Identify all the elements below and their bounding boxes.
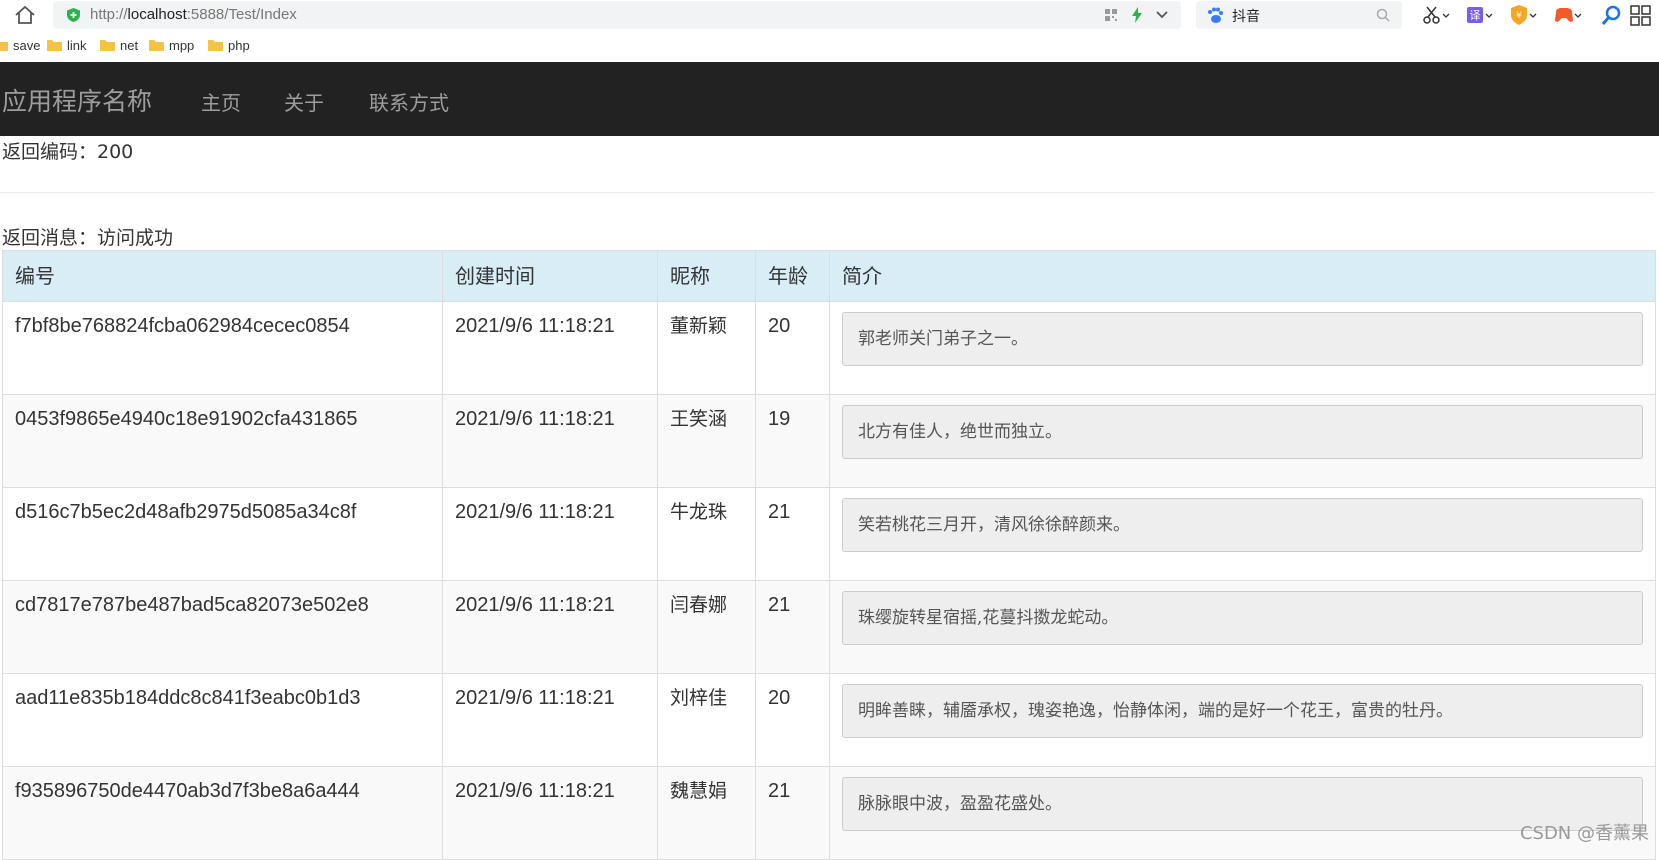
chevron-down-icon[interactable] [1155,9,1169,21]
cell-age: 19 [755,394,830,488]
nav-link-contact[interactable]: 联系方式 [369,87,449,116]
table-row: cd7817e787be487bad5ca82073e502e8 2021/9/… [2,580,1656,674]
folder-icon [0,42,8,51]
app-brand[interactable]: 应用程序名称 [2,82,152,118]
table-row: f7bf8be768824fcba062984cecec0854 2021/9/… [2,301,1656,395]
cell-intro: 明眸善睐，辅靥承权，瑰姿艳逸，怡静体闲，端的是好一个花王，富贵的牡丹。 [829,673,1656,767]
cell-created: 2021/9/6 11:18:21 [442,301,658,395]
app-navbar: 应用程序名称 主页 关于 联系方式 [0,62,1659,136]
watermark: CSDN @香薰果 [1519,823,1649,844]
intro-field[interactable]: 郭老师关门弟子之一。 [842,312,1643,366]
cell-id: f7bf8be768824fcba062984cecec0854 [2,301,443,395]
cell-created: 2021/9/6 11:18:21 [442,487,658,581]
search-icon[interactable] [1376,8,1390,22]
coupon-shield-icon[interactable]: ¥ [1510,4,1538,26]
bookmark-php[interactable]: php [208,38,250,53]
column-header-intro: 简介 [829,250,1656,302]
cell-intro: 珠缨旋转星宿摇,花蔓抖擞龙蛇动。 [829,580,1656,674]
cell-id: aad11e835b184ddc8c841f3eabc0b1d3 [2,673,443,767]
cell-nickname: 刘梓佳 [657,673,756,767]
cell-age: 20 [755,673,830,767]
cell-intro: 脉脉眼中波，盈盈花盛处。 [829,766,1656,860]
intro-field[interactable]: 珠缨旋转星宿摇,花蔓抖擞龙蛇动。 [842,591,1643,645]
user-table: 编号 创建时间 昵称 年龄 简介 f7bf8be768824fcba062984… [2,250,1656,860]
cell-age: 21 [755,766,830,860]
cell-id: f935896750de4470ab3d7f3be8a6a444 [2,766,443,860]
cell-intro: 笑若桃花三月开，清风徐徐醉颜来。 [829,487,1656,581]
bookmark-mpp[interactable]: mpp [149,38,194,53]
folder-icon [100,40,115,51]
cell-id: cd7817e787be487bad5ca82073e502e8 [2,580,443,674]
bookmark-net[interactable]: net [100,38,138,53]
cell-nickname: 魏慧娟 [657,766,756,860]
cell-created: 2021/9/6 11:18:21 [442,580,658,674]
return-code: 返回编码：200 [2,141,134,163]
cell-created: 2021/9/6 11:18:21 [442,394,658,488]
column-header-created: 创建时间 [442,250,658,302]
cell-age: 21 [755,580,830,674]
cell-nickname: 牛龙珠 [657,487,756,581]
table-row: d516c7b5ec2d48afb2975d5085a34c8f 2021/9/… [2,487,1656,581]
cell-nickname: 董新颖 [657,301,756,395]
svg-text:¥: ¥ [1516,11,1522,21]
intro-field[interactable]: 明眸善睐，辅靥承权，瑰姿艳逸，怡静体闲，端的是好一个花王，富贵的牡丹。 [842,684,1643,738]
cell-nickname: 王笑涵 [657,394,756,488]
url-field[interactable]: http://localhost:5888/Test/Index [53,1,1181,29]
game-controller-icon[interactable] [1554,4,1582,26]
lightning-icon[interactable] [1131,7,1143,23]
cell-intro: 北方有佳人，绝世而独立。 [829,394,1656,488]
home-icon[interactable] [14,5,36,25]
intro-field[interactable]: 笑若桃花三月开，清风徐徐醉颜来。 [842,498,1643,552]
cell-nickname: 闫春娜 [657,580,756,674]
cell-intro: 郭老师关门弟子之一。 [829,301,1656,395]
bookmark-link[interactable]: link [47,38,87,53]
search-field[interactable]: 抖音 [1196,1,1402,29]
intro-field[interactable]: 北方有佳人，绝世而独立。 [842,405,1643,459]
baidu-paw-icon [1208,7,1223,23]
url-text: http://localhost:5888/Test/Index [90,6,297,23]
table-row: aad11e835b184ddc8c841f3eabc0b1d3 2021/9/… [2,673,1656,767]
column-header-id: 编号 [2,250,443,302]
divider [0,192,1655,193]
translate-icon[interactable]: 译 [1466,4,1494,26]
cell-created: 2021/9/6 11:18:21 [442,766,658,860]
cell-age: 20 [755,301,830,395]
secure-shield-icon [67,8,80,22]
cell-id: 0453f9865e4940c18e91902cfa431865 [2,394,443,488]
table-header-row: 编号 创建时间 昵称 年龄 简介 [2,250,1656,302]
cell-id: d516c7b5ec2d48afb2975d5085a34c8f [2,487,443,581]
nav-link-about[interactable]: 关于 [284,87,324,116]
bookmarks-bar: save link net mpp php [0,31,1659,62]
folder-icon [208,40,223,51]
table-row: f935896750de4470ab3d7f3be8a6a444 2021/9/… [2,766,1656,860]
column-header-age: 年龄 [755,250,830,302]
nav-link-home[interactable]: 主页 [201,87,241,116]
folder-icon [149,40,164,51]
return-message: 返回消息：访问成功 [2,227,174,249]
scissors-icon[interactable] [1422,4,1450,26]
magnifier-icon[interactable] [1599,4,1627,26]
browser-address-bar: http://localhost:5888/Test/Index 抖音 译 ¥ [0,0,1659,31]
svg-text:译: 译 [1470,9,1481,22]
column-header-nickname: 昵称 [657,250,756,302]
cell-age: 21 [755,487,830,581]
folder-icon [47,40,62,51]
qr-code-icon[interactable] [1105,9,1117,21]
search-text: 抖音 [1232,9,1260,25]
apps-grid-icon[interactable] [1628,4,1656,26]
cell-created: 2021/9/6 11:18:21 [442,673,658,767]
table-row: 0453f9865e4940c18e91902cfa431865 2021/9/… [2,394,1656,488]
bookmark-save[interactable]: save [0,38,40,53]
